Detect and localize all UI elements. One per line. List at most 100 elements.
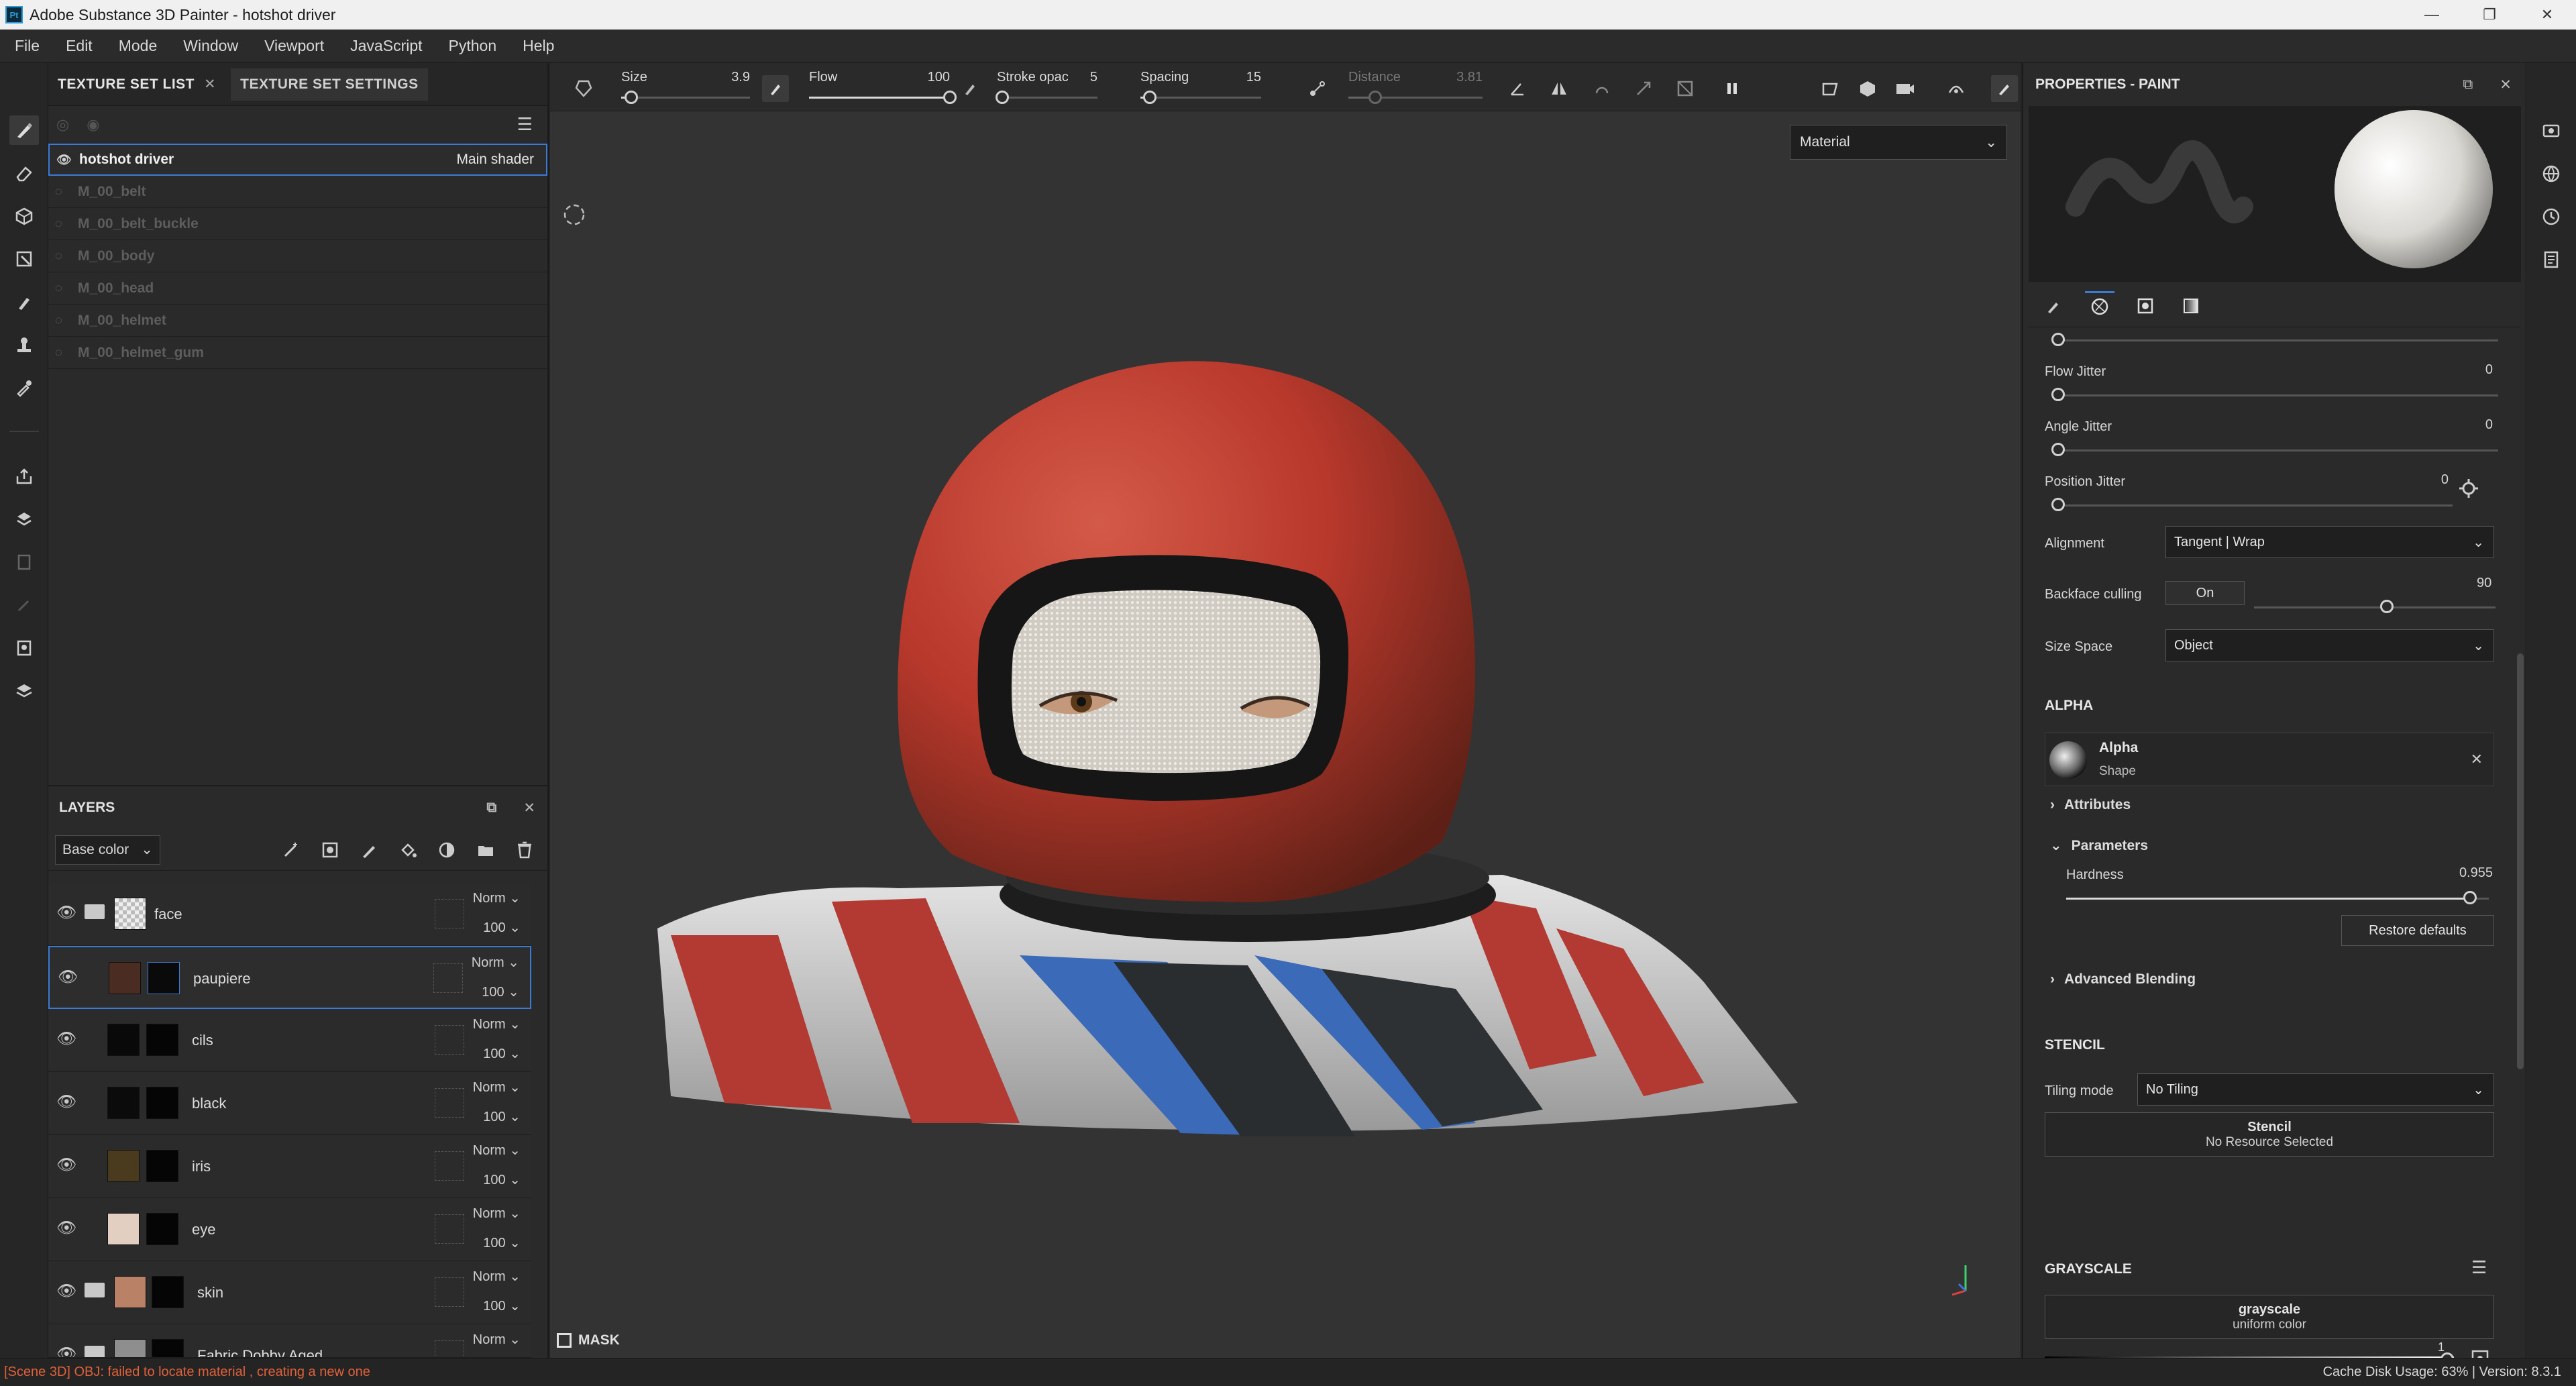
display-settings-icon[interactable] bbox=[2537, 117, 2565, 145]
texture-set-item[interactable]: ◌ M_00_helmet bbox=[48, 305, 547, 337]
layer-thumbnail[interactable] bbox=[107, 1087, 140, 1119]
opacity-field[interactable]: 100 ⌄ bbox=[483, 1108, 521, 1125]
mask-toggle[interactable]: MASK bbox=[557, 1332, 620, 1348]
maximize-button[interactable]: ❐ bbox=[2461, 0, 2518, 30]
blend-mask-slot[interactable] bbox=[435, 1277, 464, 1307]
blend-mode-select[interactable]: Norm ⌄ bbox=[473, 1079, 521, 1096]
flow-jitter-knob[interactable] bbox=[2051, 388, 2065, 401]
close-icon[interactable]: ✕ bbox=[523, 800, 535, 816]
undock-icon[interactable]: ⧉ bbox=[486, 800, 496, 816]
tab-texture-set-settings[interactable]: TEXTURE SET SETTINGS bbox=[231, 68, 428, 101]
layer-name[interactable]: face bbox=[154, 906, 182, 923]
blend-mask-slot[interactable] bbox=[435, 1025, 464, 1055]
close-icon[interactable]: ✕ bbox=[204, 76, 216, 93]
texture-set-item[interactable]: ◌ M_00_belt bbox=[48, 176, 547, 208]
blend-mode-select[interactable]: Norm ⌄ bbox=[473, 890, 521, 906]
layer-name[interactable]: iris bbox=[192, 1158, 211, 1175]
close-icon[interactable]: ✕ bbox=[2471, 751, 2483, 768]
layer-row[interactable]: 👁 paupiere Norm ⌄ 100 ⌄ bbox=[48, 946, 531, 1009]
stencil-tab-icon[interactable] bbox=[2176, 291, 2206, 321]
eye-icon[interactable]: 👁 bbox=[56, 1281, 76, 1301]
random-seed-icon[interactable] bbox=[2458, 478, 2479, 503]
add-smart-material-icon[interactable] bbox=[432, 835, 462, 865]
mask-thumbnail[interactable] bbox=[146, 1087, 178, 1119]
layer-thumbnail[interactable] bbox=[107, 1150, 140, 1182]
history-icon[interactable] bbox=[2537, 203, 2565, 231]
eye-icon[interactable]: ◌ bbox=[55, 217, 70, 231]
brush-tab-icon[interactable] bbox=[2039, 291, 2069, 321]
display-settings-icon[interactable] bbox=[9, 676, 39, 706]
backface-knob[interactable] bbox=[2380, 600, 2394, 613]
alpha-resource[interactable]: Alpha Shape ✕ bbox=[2045, 733, 2494, 786]
mask-thumbnail[interactable] bbox=[148, 962, 180, 994]
smudge-icon[interactable] bbox=[9, 287, 39, 317]
projection-icon[interactable] bbox=[9, 201, 39, 231]
menu-icon[interactable]: ☰ bbox=[2471, 1257, 2487, 1278]
shelf-icon[interactable] bbox=[9, 633, 39, 663]
layer-thumbnail[interactable] bbox=[107, 1213, 140, 1245]
layer-thumbnail[interactable] bbox=[114, 1339, 146, 1357]
eye-icon[interactable]: ◌ bbox=[55, 313, 70, 327]
menu-viewport[interactable]: Viewport bbox=[264, 37, 324, 55]
visibility-icon[interactable]: ◉ bbox=[87, 116, 99, 134]
grayscale-value[interactable]: 1 bbox=[2438, 1340, 2445, 1354]
eraser-icon[interactable] bbox=[9, 158, 39, 188]
tab-texture-set-list[interactable]: TEXTURE SET LIST ✕ bbox=[48, 63, 225, 106]
blend-mode-select[interactable]: Norm ⌄ bbox=[473, 1331, 521, 1348]
eye-icon[interactable]: 👁 bbox=[56, 1092, 76, 1112]
menu-window[interactable]: Window bbox=[183, 37, 238, 55]
parameters-expander[interactable]: ⌄ Parameters bbox=[2050, 837, 2148, 854]
blend-mask-slot[interactable] bbox=[433, 963, 463, 993]
layer-row[interactable]: 👁 face Norm ⌄ 100 ⌄ bbox=[48, 883, 531, 946]
viewport[interactable]: Size 3.9 Flow 100 Stroke opac 5 Spacing … bbox=[550, 63, 2021, 1358]
eye-icon[interactable]: ◌ bbox=[55, 281, 70, 295]
texture-set-item[interactable]: ◌ M_00_body bbox=[48, 240, 547, 272]
advanced-blending-expander[interactable]: › Advanced Blending bbox=[2050, 971, 2196, 988]
menu-python[interactable]: Python bbox=[449, 37, 497, 55]
attributes-expander[interactable]: › Attributes bbox=[2050, 797, 2131, 813]
angle-jitter-value[interactable]: 0 bbox=[2485, 417, 2493, 433]
opacity-field[interactable]: 100 ⌄ bbox=[483, 1297, 521, 1314]
eye-icon[interactable]: 👁 bbox=[56, 1029, 76, 1049]
menu-mode[interactable]: Mode bbox=[119, 37, 158, 55]
size-space-select[interactable]: Object ⌄ bbox=[2165, 629, 2494, 661]
polygon-fill-icon[interactable] bbox=[9, 244, 39, 274]
position-jitter-knob[interactable] bbox=[2051, 498, 2065, 511]
blend-mask-slot[interactable] bbox=[435, 1151, 464, 1181]
shader-name[interactable]: Main shader bbox=[456, 152, 534, 168]
eye-icon[interactable]: 👁 bbox=[56, 1344, 76, 1357]
blend-mask-slot[interactable] bbox=[435, 1088, 464, 1118]
menu-help[interactable]: Help bbox=[523, 37, 554, 55]
close-window-button[interactable]: ✕ bbox=[2518, 0, 2576, 30]
status-error-message[interactable]: [Scene 3D] OBJ: failed to locate materia… bbox=[0, 1365, 370, 1380]
layer-row[interactable]: 👁 cils Norm ⌄ 100 ⌄ bbox=[48, 1009, 531, 1072]
delete-layer-icon[interactable] bbox=[510, 835, 539, 865]
blend-mode-select[interactable]: Norm ⌄ bbox=[473, 1205, 521, 1222]
opacity-field[interactable]: 100 ⌄ bbox=[483, 1234, 521, 1251]
menu-javascript[interactable]: JavaScript bbox=[350, 37, 422, 55]
blend-mask-slot[interactable] bbox=[435, 1214, 464, 1244]
opacity-field[interactable]: 100 ⌄ bbox=[483, 1045, 521, 1062]
blend-mask-slot[interactable] bbox=[435, 1340, 464, 1357]
opacity-field[interactable]: 100 ⌄ bbox=[482, 983, 519, 1000]
add-paint-layer-icon[interactable] bbox=[354, 835, 384, 865]
mask-thumbnail[interactable] bbox=[152, 1276, 184, 1308]
eye-icon[interactable]: 👁 bbox=[56, 1218, 76, 1238]
layer-row[interactable]: 👁 skin Norm ⌄ 100 ⌄ bbox=[48, 1261, 531, 1324]
slider-knob[interactable] bbox=[2051, 333, 2065, 346]
texture-set-item[interactable]: 👁 hotshot driver Main shader bbox=[48, 144, 547, 176]
grayscale-resource-button[interactable]: grayscale uniform color bbox=[2045, 1295, 2494, 1339]
texture-set-item[interactable]: ◌ M_00_belt_buckle bbox=[48, 208, 547, 240]
add-folder-icon[interactable] bbox=[471, 835, 500, 865]
blend-mode-select[interactable]: Norm ⌄ bbox=[473, 1268, 521, 1285]
flow-jitter-value[interactable]: 0 bbox=[2485, 362, 2493, 378]
layer-name[interactable]: eye bbox=[192, 1221, 215, 1238]
folder-icon[interactable] bbox=[85, 1283, 105, 1297]
close-icon[interactable]: ✕ bbox=[2500, 76, 2512, 93]
angle-jitter-knob[interactable] bbox=[2051, 443, 2065, 456]
menu-icon[interactable]: ☰ bbox=[517, 114, 533, 135]
eye-toggle-icon[interactable]: ◎ bbox=[56, 116, 69, 134]
menu-file[interactable]: File bbox=[15, 37, 40, 55]
opacity-field[interactable]: 100 ⌄ bbox=[483, 1171, 521, 1188]
alignment-select[interactable]: Tangent | Wrap ⌄ bbox=[2165, 526, 2494, 558]
